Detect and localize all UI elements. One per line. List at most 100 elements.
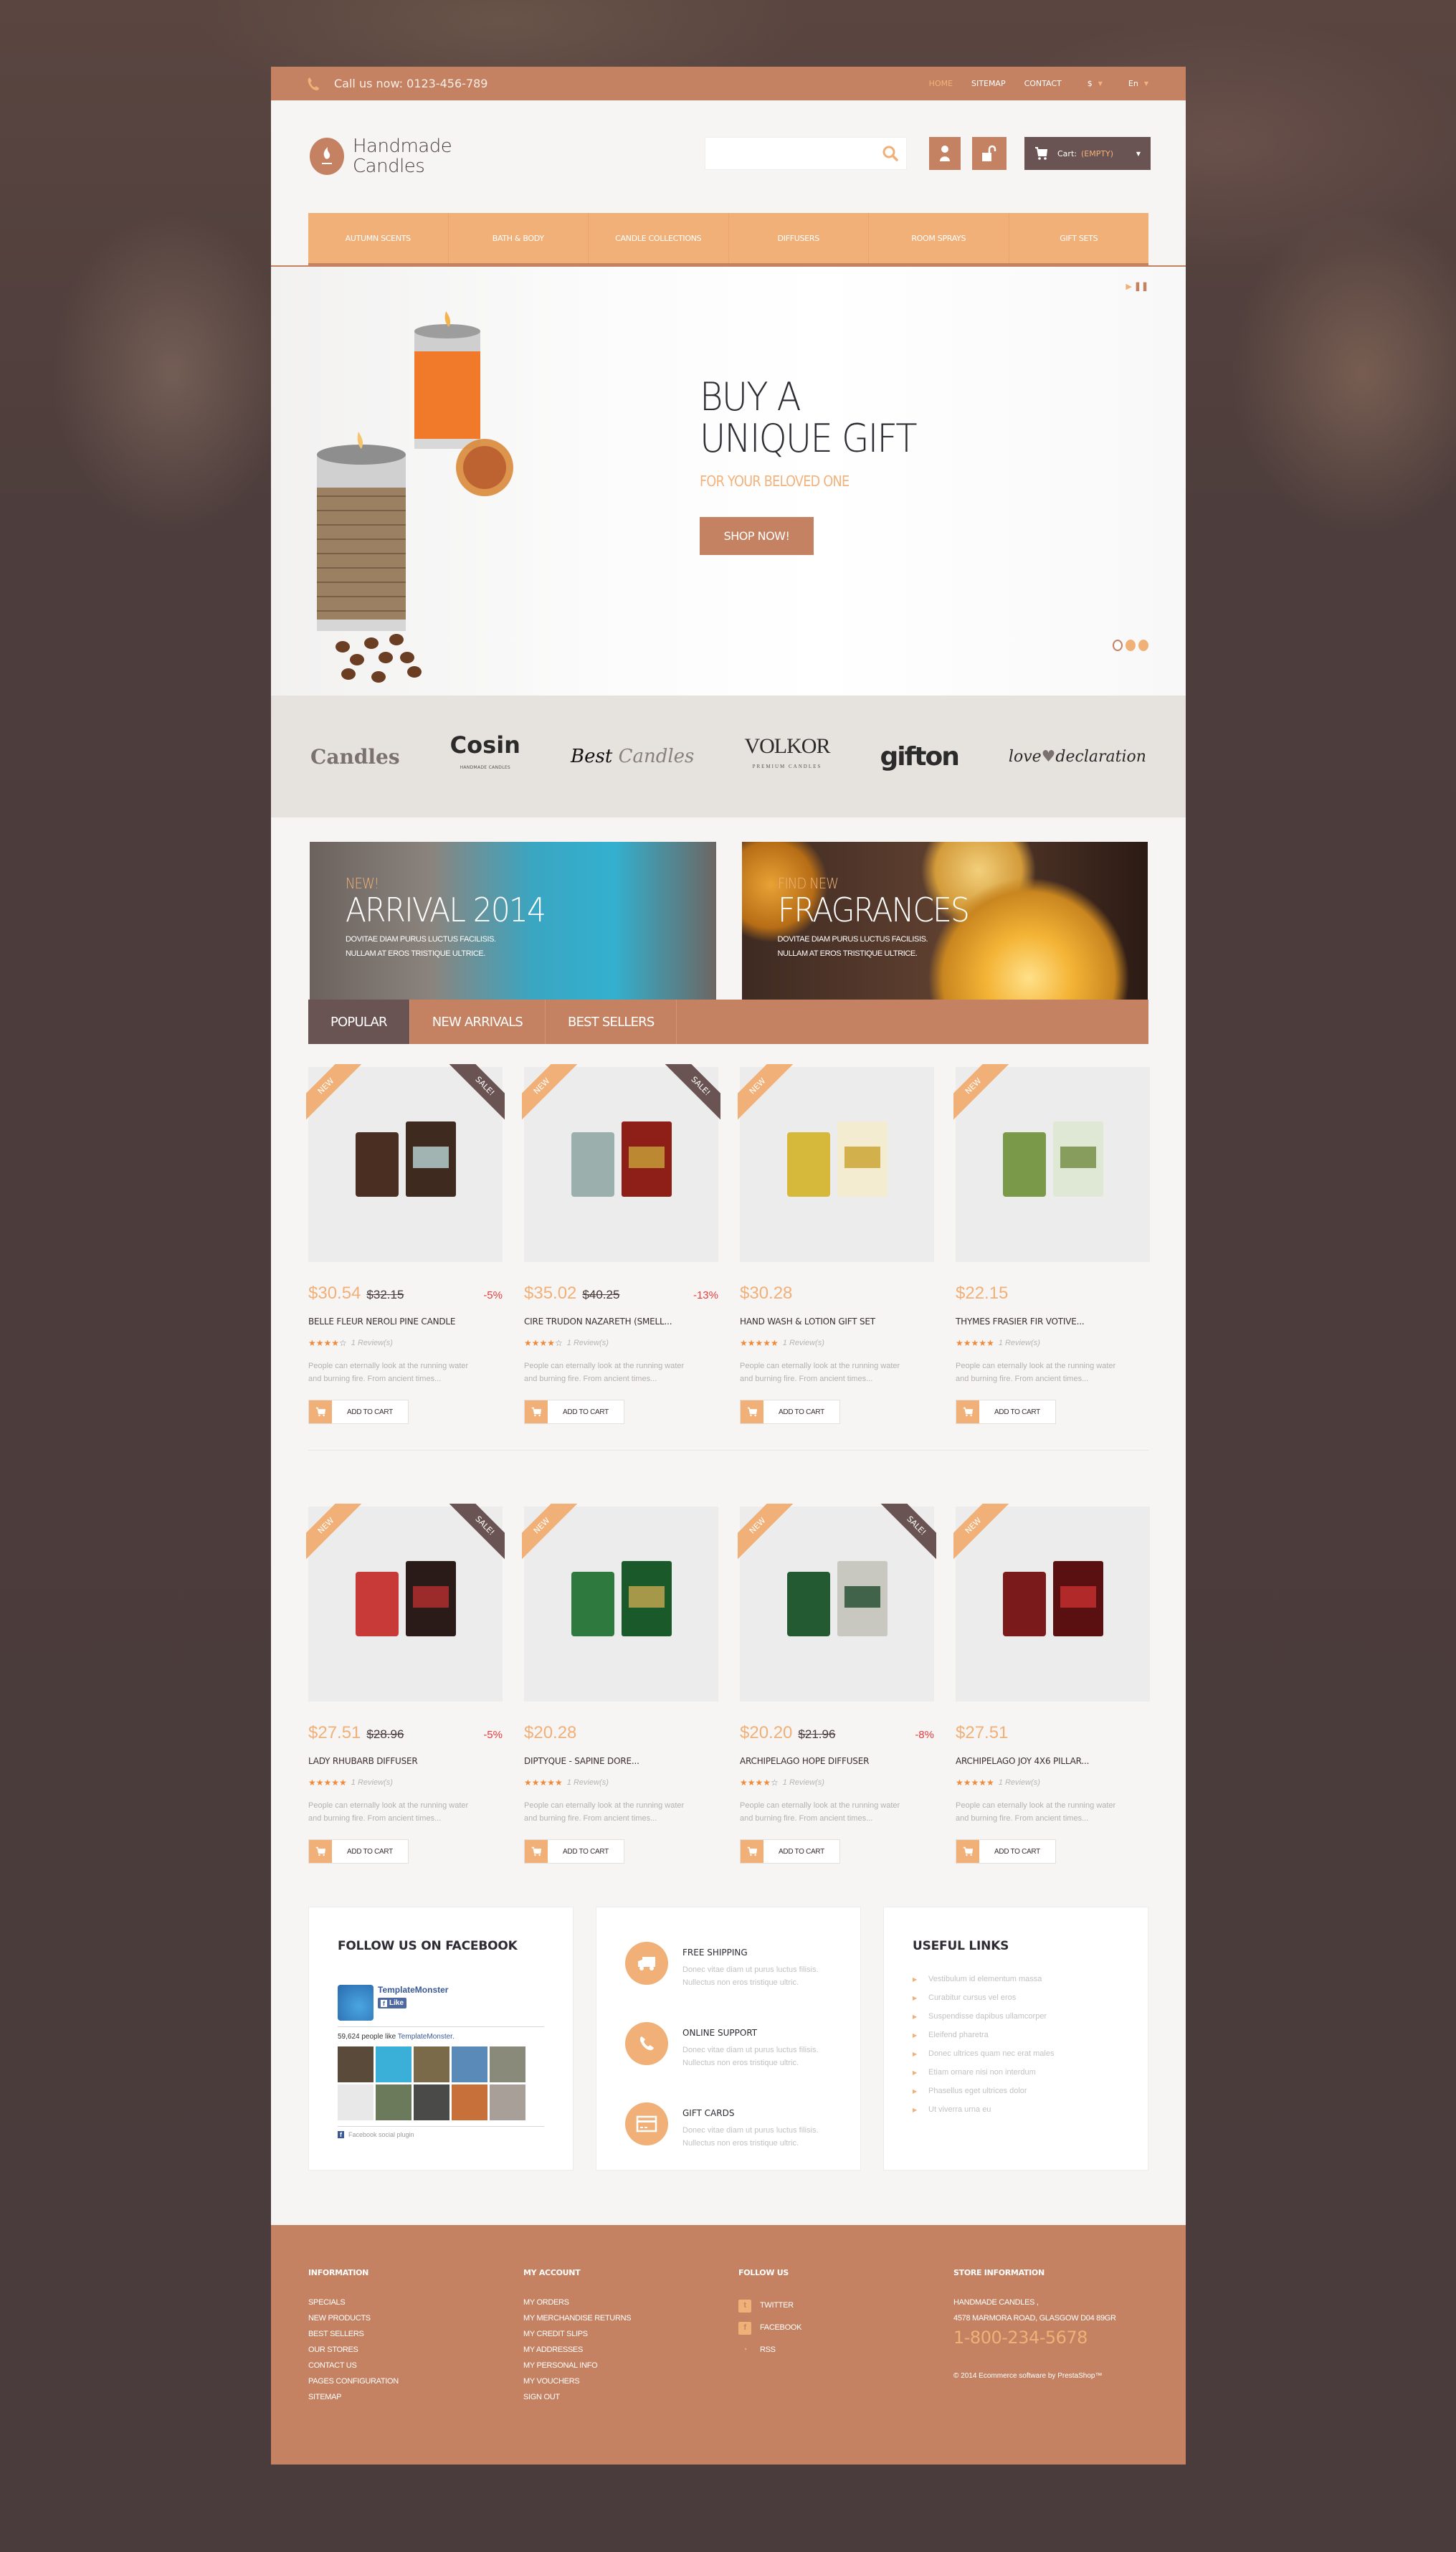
product-image[interactable]: NEW SALE!: [522, 1064, 720, 1262]
footer-link[interactable]: OUR STORES: [308, 2342, 523, 2358]
product-image[interactable]: NEW: [953, 1504, 1150, 1702]
brand-volkor[interactable]: VOLKOR PREMIUM CANDLES: [744, 736, 830, 777]
add-to-cart-button[interactable]: ADD TO CART: [524, 1400, 624, 1424]
fan-avatar[interactable]: [490, 2084, 525, 2120]
cart-button[interactable]: Cart: (EMPTY) ▼: [1024, 137, 1151, 170]
useful-link[interactable]: ▶ Vestibulum id elementum massa: [913, 1975, 1119, 1983]
like-count-link[interactable]: TemplateMonster.: [398, 2033, 455, 2041]
footer-link[interactable]: SPECIALS: [308, 2295, 523, 2310]
brand-love-declaration[interactable]: love♥declaration: [1009, 748, 1146, 766]
search-input[interactable]: [705, 138, 870, 169]
review-count[interactable]: 1 Review(s): [351, 1339, 393, 1347]
menu-item-gift-sets[interactable]: GIFT SETS: [1009, 213, 1149, 263]
slide-dot-1[interactable]: [1113, 640, 1123, 651]
footer-link[interactable]: CONTACT US: [308, 2358, 523, 2373]
fan-avatar[interactable]: [376, 2084, 411, 2120]
footer-link[interactable]: BEST SELLERS: [308, 2326, 523, 2342]
product-name[interactable]: LADY RHUBARB DIFFUSER: [308, 1756, 503, 1766]
review-count[interactable]: 1 Review(s): [783, 1778, 824, 1787]
banner-new-arrival[interactable]: NEW! ARRIVAL 2014 DOVITAE DIAM PURUS LUC…: [310, 842, 716, 1000]
useful-link[interactable]: ▶ Suspendisse dapibus ullamcorper: [913, 2012, 1119, 2021]
slide-dot-3[interactable]: [1138, 640, 1148, 651]
product-image[interactable]: NEW: [522, 1504, 718, 1702]
fan-avatar[interactable]: [338, 2084, 373, 2120]
product-name[interactable]: HAND WASH & LOTION GIFT SET: [740, 1317, 934, 1327]
fan-avatar[interactable]: [452, 2084, 487, 2120]
menu-item-candle-collections[interactable]: CANDLE COLLECTIONS: [589, 213, 729, 263]
fan-avatar[interactable]: [452, 2046, 487, 2082]
footer-link[interactable]: MY ADDRESSES: [523, 2342, 738, 2358]
review-count[interactable]: 1 Review(s): [783, 1339, 824, 1347]
useful-link[interactable]: ▶ Donec ultrices quam nec erat males: [913, 2049, 1119, 2058]
footer-link[interactable]: MY MERCHANDISE RETURNS: [523, 2310, 738, 2326]
product-name[interactable]: THYMES FRASIER FIR VOTIVE...: [956, 1317, 1150, 1327]
nav-link-contact[interactable]: CONTACT: [1024, 79, 1062, 88]
review-count[interactable]: 1 Review(s): [351, 1778, 393, 1787]
shop-now-button[interactable]: SHOP NOW!: [700, 517, 814, 555]
add-to-cart-button[interactable]: ADD TO CART: [308, 1839, 409, 1864]
footer-link[interactable]: SITEMAP: [308, 2389, 523, 2405]
banner-fragrances[interactable]: FIND NEW FRAGRANCES DOVITAE DIAM PURUS L…: [741, 842, 1148, 1000]
slider-playback-controls[interactable]: ▶ ❚❚: [1126, 281, 1148, 291]
add-to-cart-button[interactable]: ADD TO CART: [956, 1400, 1056, 1424]
language-dropdown[interactable]: En ▼: [1128, 79, 1148, 88]
footer-link-twitter[interactable]: t TWITTER: [738, 2295, 953, 2317]
fan-avatar[interactable]: [338, 2046, 373, 2082]
logo[interactable]: Handmade Candles: [310, 136, 452, 176]
add-to-cart-button[interactable]: ADD TO CART: [308, 1400, 409, 1424]
page-avatar[interactable]: [338, 1985, 373, 2021]
menu-item-diffusers[interactable]: DIFFUSERS: [729, 213, 869, 263]
footer-link[interactable]: MY VOUCHERS: [523, 2373, 738, 2389]
tab-best-sellers[interactable]: BEST SELLERS: [546, 1000, 677, 1044]
nav-link-home[interactable]: HOME: [929, 79, 953, 88]
review-count[interactable]: 1 Review(s): [567, 1339, 609, 1347]
review-count[interactable]: 1 Review(s): [999, 1778, 1040, 1787]
useful-link[interactable]: ▶ Eleifend pharetra: [913, 2031, 1119, 2039]
pause-icon[interactable]: ❚❚: [1134, 281, 1148, 291]
nav-link-sitemap[interactable]: SITEMAP: [971, 79, 1006, 88]
useful-link[interactable]: ▶ Phasellus eget ultrices dolor: [913, 2087, 1119, 2095]
useful-link[interactable]: ▶ Etiam ornare nisi non interdum: [913, 2068, 1119, 2077]
footer-link[interactable]: NEW PRODUCTS: [308, 2310, 523, 2326]
tab-popular[interactable]: POPULAR: [308, 1000, 410, 1044]
play-icon[interactable]: ▶: [1126, 282, 1131, 291]
menu-item-bath-body[interactable]: BATH & BODY: [449, 213, 589, 263]
add-to-cart-button[interactable]: ADD TO CART: [956, 1839, 1056, 1864]
user-account-button[interactable]: [929, 137, 961, 170]
product-name[interactable]: ARCHIPELAGO JOY 4X6 PILLAR...: [956, 1756, 1150, 1766]
footer-link-facebook[interactable]: f FACEBOOK: [738, 2317, 953, 2339]
tab-new-arrivals[interactable]: NEW ARRIVALS: [410, 1000, 546, 1044]
useful-link[interactable]: ▶ Ut viverra urna eu: [913, 2105, 1119, 2114]
login-button[interactable]: [972, 137, 1007, 170]
footer-link[interactable]: SIGN OUT: [523, 2389, 738, 2405]
footer-link[interactable]: MY PERSONAL INFO: [523, 2358, 738, 2373]
add-to-cart-button[interactable]: ADD TO CART: [740, 1400, 840, 1424]
add-to-cart-button[interactable]: ADD TO CART: [524, 1839, 624, 1864]
brand-candles[interactable]: Candles: [310, 745, 400, 769]
review-count[interactable]: 1 Review(s): [999, 1339, 1040, 1347]
fan-avatar[interactable]: [414, 2046, 449, 2082]
product-name[interactable]: CIRE TRUDON NAZARETH (SMELL...: [524, 1317, 718, 1327]
review-count[interactable]: 1 Review(s): [567, 1778, 609, 1787]
product-image[interactable]: NEW: [953, 1064, 1150, 1262]
menu-item-room-sprays[interactable]: ROOM SPRAYS: [869, 213, 1009, 263]
footer-link[interactable]: MY CREDIT SLIPS: [523, 2326, 738, 2342]
fan-avatar[interactable]: [376, 2046, 411, 2082]
fan-avatar[interactable]: [414, 2084, 449, 2120]
footer-link-rss[interactable]: ◔ RSS: [738, 2339, 953, 2361]
product-image[interactable]: NEW SALE!: [738, 1504, 936, 1702]
product-image[interactable]: NEW SALE!: [306, 1064, 505, 1262]
brand-gifton[interactable]: gifton: [880, 742, 960, 772]
facebook-page-name[interactable]: TemplateMonster: [378, 1985, 448, 1995]
search-icon[interactable]: [882, 145, 899, 166]
fan-avatar[interactable]: [490, 2046, 525, 2082]
slide-dot-2[interactable]: [1126, 640, 1136, 651]
product-name[interactable]: ARCHIPELAGO HOPE DIFFUSER: [740, 1756, 934, 1766]
product-name[interactable]: BELLE FLEUR NEROLI PINE CANDLE: [308, 1317, 503, 1327]
product-image[interactable]: NEW: [738, 1064, 934, 1262]
add-to-cart-button[interactable]: ADD TO CART: [740, 1839, 840, 1864]
currency-dropdown[interactable]: $ ▼: [1088, 79, 1103, 88]
useful-link[interactable]: ▶ Curabitur cursus vel eros: [913, 1993, 1119, 2002]
product-image[interactable]: NEW SALE!: [306, 1504, 505, 1702]
facebook-like-button[interactable]: f Like: [378, 1998, 407, 2008]
